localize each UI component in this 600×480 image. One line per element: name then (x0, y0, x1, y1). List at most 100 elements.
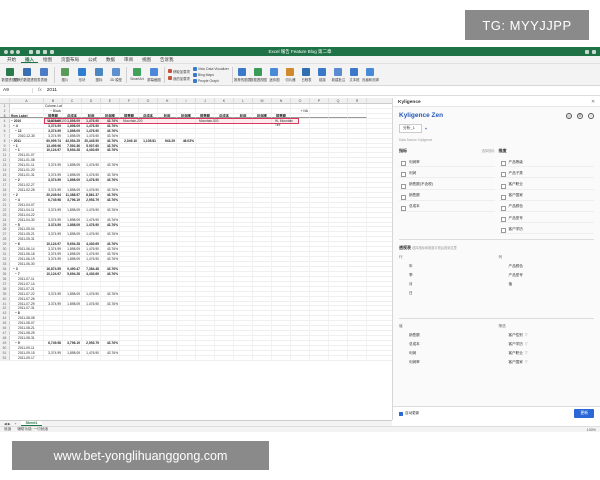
value-cell[interactable] (101, 168, 120, 173)
addin-button[interactable]: 我的加载项 (168, 76, 190, 81)
na-group-header[interactable]: + NA (291, 108, 310, 113)
value-cell[interactable] (44, 281, 63, 286)
value-cell[interactable] (120, 173, 139, 178)
value-cell[interactable] (158, 281, 177, 286)
value-cell[interactable] (291, 266, 310, 271)
value-cell[interactable] (291, 345, 310, 350)
row-number[interactable]: 20 (0, 197, 10, 202)
column-header[interactable]: G (139, 98, 158, 103)
value-cell[interactable] (139, 271, 158, 276)
value-cell[interactable] (253, 257, 272, 261)
value-cell[interactable] (272, 108, 291, 113)
value-cell[interactable] (348, 301, 367, 306)
value-cell[interactable] (234, 192, 253, 197)
dimension-field[interactable]: 客户国家 (498, 192, 594, 201)
value-cell[interactable] (158, 321, 177, 326)
value-cell[interactable] (348, 355, 367, 360)
value-cell[interactable] (234, 197, 253, 202)
value-cell[interactable] (120, 271, 139, 276)
value-cell[interactable] (234, 222, 253, 227)
value-cell[interactable]: 11,388.57 (63, 192, 82, 197)
value-cell[interactable] (177, 237, 196, 242)
value-cell[interactable] (44, 158, 63, 163)
pivot-row-field[interactable]: 日 (399, 289, 495, 298)
row-label-cell[interactable]: 2011-01-07 (10, 153, 44, 158)
addin-app-button[interactable]: People Graph (192, 78, 229, 83)
value-cell[interactable]: 1,476.90 (82, 187, 101, 192)
value-cell[interactable] (120, 331, 139, 336)
row-label-cell[interactable]: 2011-08-25 (10, 331, 44, 336)
value-cell[interactable] (196, 207, 215, 212)
value-cell[interactable] (253, 355, 272, 360)
value-cell[interactable] (272, 148, 291, 153)
row-label-cell[interactable]: − 1 (10, 143, 44, 148)
value-cell[interactable] (177, 355, 196, 360)
value-cell[interactable] (196, 108, 215, 113)
value-cell[interactable] (348, 341, 367, 345)
value-cell[interactable] (215, 133, 234, 138)
value-cell[interactable] (120, 168, 139, 173)
metric-field[interactable]: 总成本 (399, 203, 495, 212)
value-cell[interactable] (253, 341, 272, 345)
value-cell[interactable]: 16,874.95 (44, 266, 63, 271)
value-cell[interactable] (215, 153, 234, 158)
ribbon-button[interactable]: 推荐的数据透视表 (13, 67, 41, 82)
value-cell[interactable] (253, 138, 272, 143)
value-cell[interactable]: 43,554.25 (63, 138, 82, 143)
value-cell[interactable] (120, 262, 139, 266)
value-cell[interactable]: 43.76% (101, 187, 120, 192)
value-cell[interactable] (253, 104, 272, 108)
value-cell[interactable] (139, 276, 158, 281)
value-cell[interactable] (348, 281, 367, 286)
row-number[interactable]: 38 (0, 286, 10, 291)
value-cell[interactable] (348, 178, 367, 182)
value-cell[interactable] (234, 232, 253, 237)
value-cell[interactable] (348, 153, 367, 158)
value-cell[interactable]: 4,430.69 (82, 271, 101, 276)
value-cell[interactable] (329, 118, 348, 123)
value-cell[interactable] (101, 316, 120, 321)
value-cell[interactable] (234, 138, 253, 143)
column-header[interactable]: F (120, 98, 139, 103)
value-cell[interactable] (120, 257, 139, 261)
value-cell[interactable] (215, 247, 234, 252)
value-cell[interactable] (139, 158, 158, 163)
value-cell[interactable] (310, 271, 329, 276)
value-cell[interactable]: 2,049.10 (120, 138, 139, 143)
value-cell[interactable] (196, 168, 215, 173)
value-cell[interactable] (310, 296, 329, 301)
value-cell[interactable] (329, 291, 348, 296)
value-cell[interactable] (234, 212, 253, 217)
value-cell[interactable] (120, 183, 139, 187)
value-cell[interactable] (234, 311, 253, 316)
value-cell[interactable]: 43.76% (101, 148, 120, 153)
value-cell[interactable] (158, 301, 177, 306)
value-cell[interactable] (348, 331, 367, 336)
value-cell[interactable] (139, 306, 158, 311)
value-cell[interactable] (177, 311, 196, 316)
value-cell[interactable] (348, 113, 367, 118)
value-cell[interactable] (139, 163, 158, 168)
value-cell[interactable] (177, 262, 196, 266)
row-number[interactable]: 16 (0, 178, 10, 182)
value-cell[interactable] (63, 345, 82, 350)
value-cell[interactable] (139, 148, 158, 153)
add-analysis-button[interactable]: + (425, 127, 427, 131)
value-cell[interactable] (253, 158, 272, 163)
value-cell[interactable] (348, 192, 367, 197)
value-cell[interactable] (310, 138, 329, 143)
value-cell[interactable] (139, 291, 158, 296)
redo-icon[interactable] (50, 49, 54, 54)
value-cell[interactable] (82, 296, 101, 301)
value-cell[interactable]: 4,430.69 (82, 148, 101, 153)
value-cell[interactable] (291, 187, 310, 192)
value-cell[interactable] (82, 262, 101, 266)
value-cell[interactable] (120, 252, 139, 257)
value-cell[interactable] (310, 257, 329, 261)
value-cell[interactable] (63, 153, 82, 158)
row-label-cell[interactable]: − 5 (10, 222, 44, 227)
pivot-filter-field[interactable]: 客户国家 ▽ (499, 358, 595, 367)
value-cell[interactable]: 1,898.09 (63, 178, 82, 182)
select-all-corner[interactable] (0, 98, 10, 103)
value-cell[interactable] (177, 128, 196, 133)
